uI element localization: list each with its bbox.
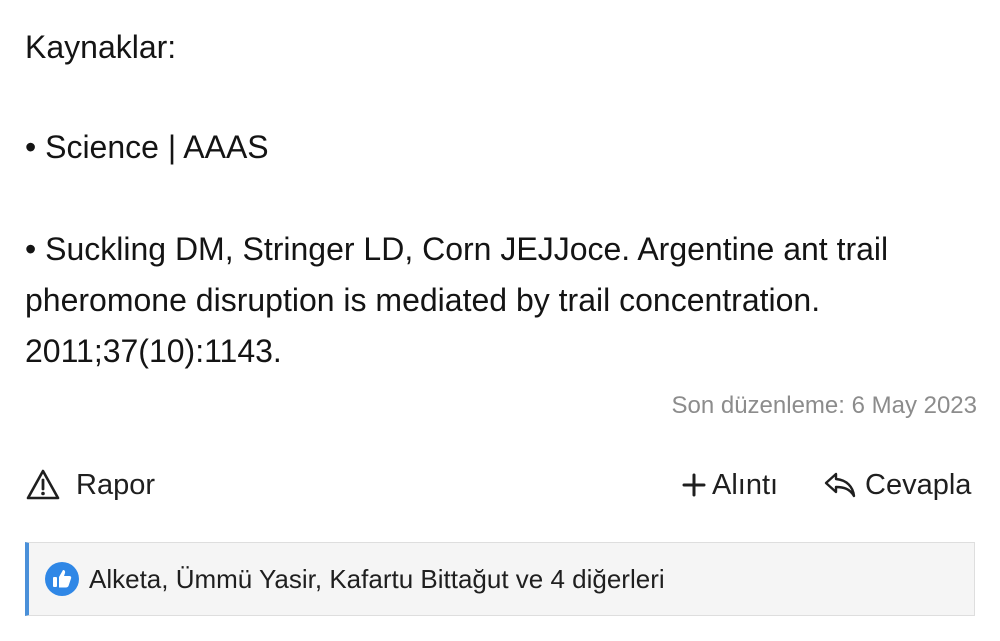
reaction-users[interactable]: Alketa, Ümmü Yasir, Kafartu Bittağut ve … — [89, 564, 665, 595]
quote-label: Alıntı — [712, 468, 779, 501]
report-label: Rapor — [76, 468, 155, 501]
plus-icon — [682, 473, 706, 497]
reference-item: • Suckling DM, Stringer LD, Corn JEJJoce… — [25, 231, 889, 369]
reply-button[interactable]: Cevapla — [823, 462, 971, 508]
report-button[interactable]: Rapor — [25, 462, 155, 508]
references-heading: Kaynaklar: — [25, 29, 177, 65]
thumbs-up-icon — [45, 562, 79, 596]
reply-label: Cevapla — [865, 468, 972, 501]
reactions-bar[interactable]: Alketa, Ümmü Yasir, Kafartu Bittağut ve … — [25, 542, 975, 616]
quote-button[interactable]: Alıntı — [682, 462, 778, 508]
warning-triangle-icon — [25, 468, 61, 502]
reference-item: • Science | AAAS — [25, 129, 269, 165]
post-actions-bar: Rapor Alıntı Cevapla — [0, 462, 1000, 508]
reply-arrow-icon — [823, 470, 857, 500]
last-edited-timestamp: Son düzenleme: 6 May 2023 — [671, 392, 977, 419]
